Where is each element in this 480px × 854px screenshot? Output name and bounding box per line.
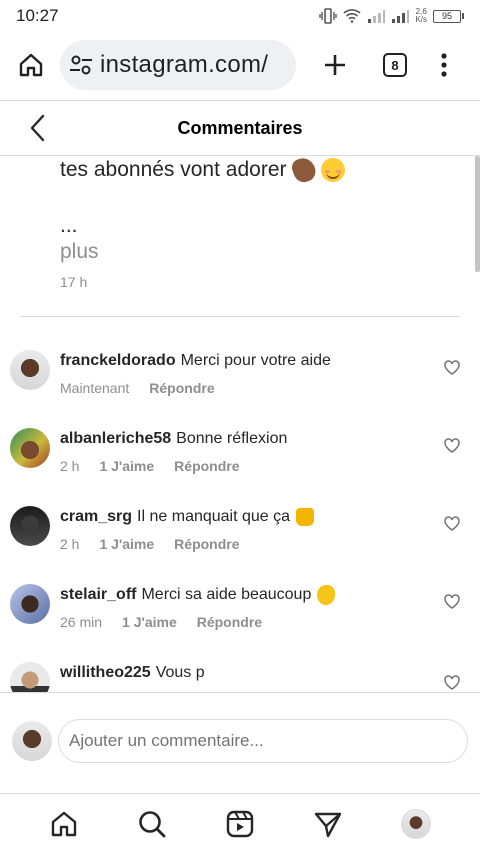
avatar[interactable] — [10, 350, 50, 390]
nav-reels[interactable] — [220, 804, 260, 844]
browser-home-button[interactable] — [16, 50, 46, 80]
caption-text: tes abonnés vont adorer — [60, 156, 440, 186]
comment-time: 2 h — [60, 536, 80, 552]
comment-item: franckeldorado Merci pour votre aide Main… — [0, 350, 480, 428]
more-vert-icon — [441, 53, 447, 77]
page-title: Commentaires — [177, 117, 303, 138]
plus-icon — [325, 55, 345, 75]
comment-username[interactable]: albanleriche58 — [60, 428, 171, 450]
scrollbar[interactable] — [475, 156, 480, 272]
reels-icon — [226, 810, 254, 838]
avatar[interactable] — [10, 506, 50, 546]
comment-input[interactable] — [58, 719, 468, 763]
browser-toolbar: instagram.com/ 8 — [0, 32, 480, 100]
search-icon — [139, 811, 166, 838]
comment-item: stelair_off Merci sa aide beaucoup 26 min… — [0, 584, 480, 662]
comment-text: Bonne réflexion — [176, 430, 288, 447]
comment-item: albanleriche58 Bonne réflexion 2 h 1 J'ai… — [0, 428, 480, 506]
likes-count[interactable]: 1 J'aime — [99, 536, 154, 552]
comment-composer — [0, 692, 480, 794]
comment-username[interactable]: willitheo225 — [60, 662, 151, 684]
chevron-left-icon — [30, 114, 45, 142]
address-bar[interactable]: instagram.com/ — [60, 40, 296, 90]
divider — [20, 316, 460, 317]
vibrate-icon — [319, 8, 338, 24]
nav-profile[interactable] — [396, 804, 436, 844]
comment-text: Merci pour votre aide — [180, 352, 331, 369]
back-button[interactable] — [22, 113, 52, 143]
clapping-hands-emoji-icon — [317, 585, 336, 605]
avatar[interactable] — [10, 428, 50, 468]
net-speed: 2,6 K/s — [415, 7, 427, 24]
comment-item: willitheo225 Vous p — [0, 662, 480, 692]
smiling-face-emoji-icon — [320, 158, 345, 182]
reply-button[interactable]: Répondre — [149, 380, 214, 396]
signal-1-icon — [368, 10, 386, 23]
heart-icon — [444, 515, 460, 531]
comment-item: cram_srg Il ne manquait que ça 2 h 1 J'ai… — [0, 506, 480, 584]
battery-icon: 95 — [433, 9, 464, 23]
url-text[interactable]: instagram.com/ — [100, 51, 268, 79]
nav-direct[interactable] — [308, 804, 348, 844]
comments-list[interactable]: tes abonnés vont adorer ... plus 17 h fr… — [0, 156, 480, 692]
likes-count[interactable]: 1 J'aime — [99, 458, 154, 474]
like-button[interactable] — [442, 591, 462, 611]
nav-home[interactable] — [44, 804, 84, 844]
direct-message-icon — [314, 812, 342, 838]
heart-icon — [444, 674, 460, 690]
status-bar: 10:27 2,6 K/s 95 — [0, 0, 480, 32]
comment-text: Vous p — [155, 664, 205, 681]
new-tab-button[interactable] — [320, 50, 350, 80]
profile-avatar — [401, 809, 431, 839]
like-button[interactable] — [442, 672, 462, 692]
like-button[interactable] — [442, 357, 462, 377]
comment-text: Il ne manquait que ça — [137, 508, 291, 525]
comment-username[interactable]: franckeldorado — [60, 350, 176, 372]
browser-menu-button[interactable] — [434, 50, 454, 80]
heart-icon — [444, 593, 460, 609]
comment-time: 26 min — [60, 614, 103, 630]
like-button[interactable] — [442, 435, 462, 455]
tab-count: 8 — [391, 57, 399, 73]
avatar — [12, 721, 52, 761]
caption-timestamp: 17 h — [60, 274, 88, 290]
comment-username[interactable]: stelair_off — [60, 584, 136, 606]
bottom-nav — [0, 794, 480, 854]
wifi-icon — [343, 9, 361, 23]
reply-button[interactable]: Répondre — [174, 536, 239, 552]
like-button[interactable] — [442, 513, 462, 533]
site-settings-icon[interactable] — [68, 52, 94, 78]
heart-icon — [444, 437, 460, 453]
caption-ellipsis: ... — [60, 214, 78, 237]
battery-level: 95 — [433, 9, 461, 23]
status-icons: 2,6 K/s 95 — [319, 8, 464, 24]
comment-text: Merci sa aide beaucoup — [141, 586, 312, 603]
comment-time: Maintenant — [60, 380, 130, 396]
thumbs-up-emoji-icon — [296, 508, 315, 526]
caption-more-link[interactable]: plus — [60, 240, 99, 264]
reply-button[interactable]: Répondre — [174, 458, 239, 474]
home-icon — [19, 53, 43, 77]
nav-search[interactable] — [132, 804, 172, 844]
likes-count[interactable]: 1 J'aime — [122, 614, 177, 630]
reply-button[interactable]: Répondre — [197, 614, 262, 630]
comments-header: Commentaires — [0, 100, 480, 156]
comment-time: 2 h — [60, 458, 80, 474]
signal-2-icon — [392, 10, 410, 23]
avatar[interactable] — [10, 584, 50, 624]
home-icon — [51, 811, 77, 837]
heart-icon — [444, 359, 460, 375]
status-time: 10:27 — [16, 6, 59, 25]
pinching-hand-emoji-icon — [289, 156, 318, 186]
avatar[interactable] — [10, 662, 50, 692]
comment-username[interactable]: cram_srg — [60, 506, 132, 528]
tab-switcher-button[interactable]: 8 — [383, 53, 407, 77]
